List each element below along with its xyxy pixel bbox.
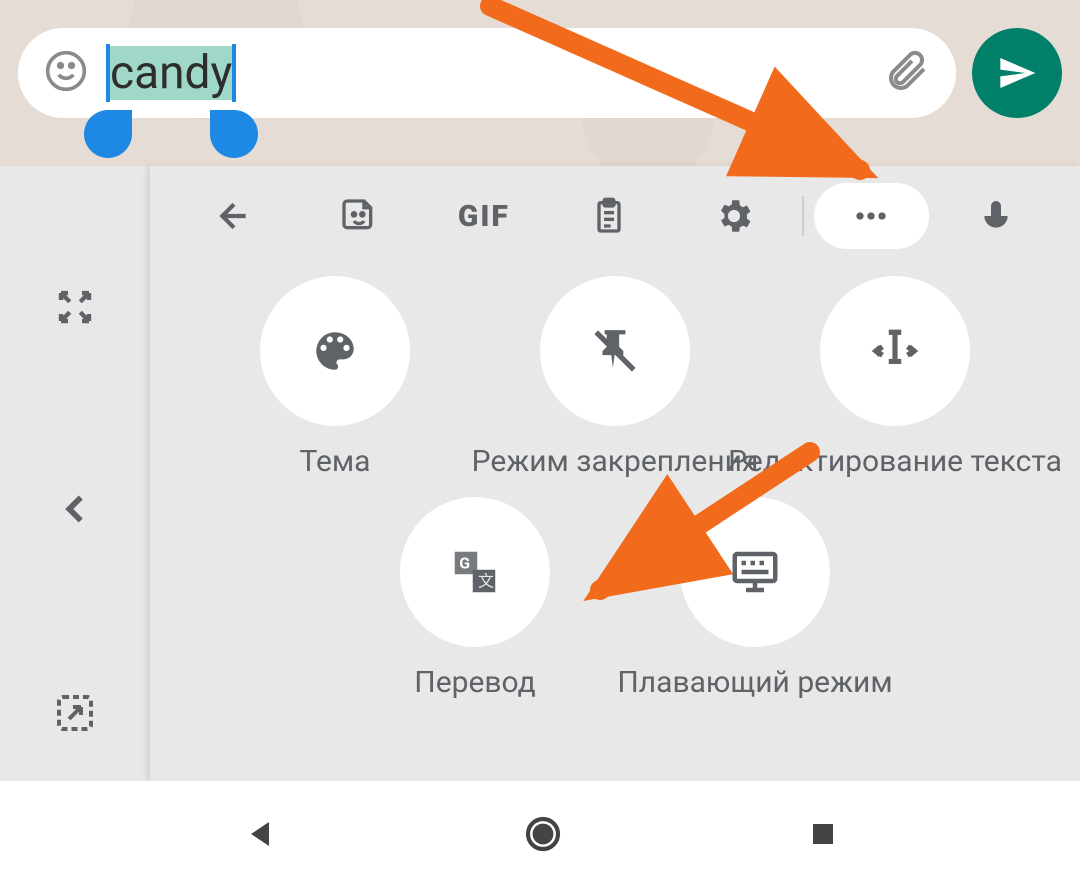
emoji-icon[interactable] (44, 49, 88, 97)
pin-off-icon (590, 326, 640, 376)
attach-icon[interactable] (882, 47, 930, 99)
gif-icon[interactable]: GIF (426, 183, 541, 249)
expand-icon[interactable] (54, 286, 96, 332)
selection-handle-right[interactable] (210, 110, 258, 158)
option-translate-label: Перевод (414, 665, 535, 700)
send-button[interactable] (972, 28, 1062, 118)
mic-icon[interactable] (939, 183, 1054, 249)
message-text[interactable]: candy (106, 28, 236, 118)
options-grid: Тема Режим закрепления Редактирование те… (150, 266, 1080, 781)
floating-keyboard-icon (728, 545, 782, 599)
option-translate[interactable]: G文 Перевод (350, 497, 600, 700)
selected-text: candy (106, 46, 236, 100)
nav-recent-icon[interactable] (808, 819, 838, 853)
sticker-icon[interactable] (301, 183, 416, 249)
keyboard-main: GIF Тема Режим (150, 166, 1080, 781)
option-floating-label: Плавающий режим (617, 665, 892, 700)
option-textedit[interactable]: Редактирование текста (770, 276, 1020, 479)
text-cursor-icon (870, 326, 920, 376)
chat-input-bar: candy (0, 0, 1080, 166)
back-icon[interactable] (176, 183, 291, 249)
option-textedit-label: Редактирование текста (728, 444, 1062, 479)
nav-home-icon[interactable] (523, 814, 563, 858)
svg-text:文: 文 (478, 572, 494, 591)
keyboard-panel: GIF Тема Режим (0, 166, 1080, 781)
gear-icon[interactable] (677, 183, 792, 249)
popout-icon[interactable] (51, 689, 99, 741)
palette-icon (310, 326, 360, 376)
clipboard-icon[interactable] (551, 183, 666, 249)
message-input-pill[interactable]: candy (18, 28, 956, 118)
keyboard-sidebar (0, 166, 150, 781)
option-theme[interactable]: Тема (210, 276, 460, 479)
translate-icon: G文 (448, 545, 502, 599)
nav-back-icon[interactable] (242, 816, 278, 856)
selection-handle-left[interactable] (84, 110, 132, 158)
option-floating[interactable]: Плавающий режим (630, 497, 880, 700)
more-icon[interactable] (814, 183, 929, 249)
option-pinmode-label: Режим закрепления (472, 444, 759, 479)
android-nav-bar (0, 781, 1080, 891)
keyboard-toolbar: GIF (150, 166, 1080, 266)
option-pinmode[interactable]: Режим закрепления (490, 276, 740, 479)
option-theme-label: Тема (300, 444, 371, 479)
svg-text:G: G (459, 554, 470, 573)
chevron-left-icon[interactable] (52, 486, 98, 536)
toolbar-separator (802, 196, 804, 236)
